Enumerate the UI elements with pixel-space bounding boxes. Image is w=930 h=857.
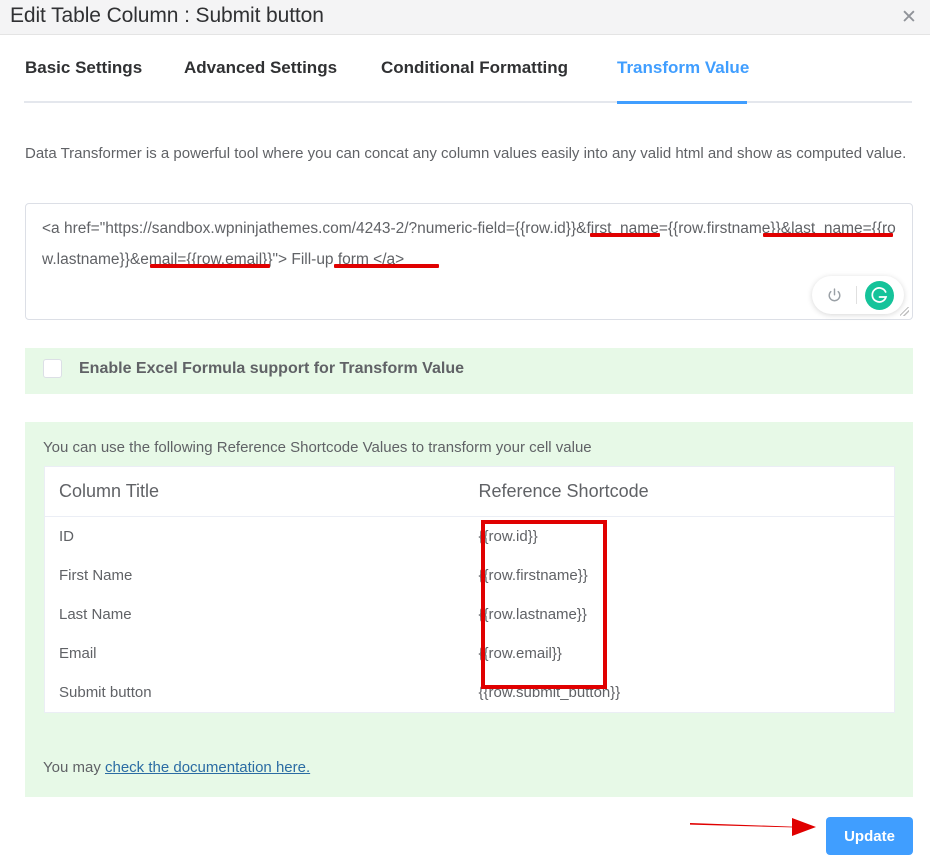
table-row: Last Name {{row.lastname}} xyxy=(45,595,895,634)
column-header-reference-shortcode: Reference Shortcode xyxy=(464,466,895,517)
annotation-underline-row-email xyxy=(334,264,439,268)
table-row: ID {{row.id}} xyxy=(45,517,895,557)
tab-transform-value[interactable]: Transform Value xyxy=(617,58,749,78)
excel-formula-checkbox[interactable] xyxy=(43,359,62,378)
grammarly-widget[interactable] xyxy=(812,276,904,314)
cell-column-title: Submit button xyxy=(59,684,152,701)
grammarly-logo-icon[interactable] xyxy=(857,276,901,314)
documentation-link[interactable]: check the documentation here. xyxy=(105,759,310,776)
tab-basic-settings[interactable]: Basic Settings xyxy=(25,58,142,78)
annotation-underline-row-id xyxy=(590,233,660,237)
active-tab-indicator xyxy=(617,101,747,104)
excel-formula-label[interactable]: Enable Excel Formula support for Transfo… xyxy=(79,360,464,378)
transform-value-textarea[interactable]: <a href="https://sandbox.wpninjathemes.c… xyxy=(25,203,913,320)
annotation-underline-row-firstname xyxy=(763,233,893,237)
tab-conditional-formatting[interactable]: Conditional Formatting xyxy=(381,58,568,78)
edit-table-column-dialog: Edit Table Column : Submit button ✕ Basi… xyxy=(0,0,930,857)
table-row: Email {{row.email}} xyxy=(45,634,895,673)
close-icon[interactable]: ✕ xyxy=(896,4,922,30)
cell-column-title: Last Name xyxy=(59,606,132,623)
tab-bar: Basic Settings Advanced Settings Conditi… xyxy=(0,58,930,104)
annotation-arrow-update xyxy=(690,818,816,836)
tab-bar-divider xyxy=(24,101,912,103)
dialog-header: Edit Table Column : Submit button ✕ xyxy=(0,0,930,35)
transform-description: Data Transformer is a powerful tool wher… xyxy=(25,145,907,162)
page-title: Edit Table Column : Submit button xyxy=(10,4,324,27)
table-header-row: Column Title Reference Shortcode xyxy=(44,466,895,517)
table-row: First Name {{row.firstname}} xyxy=(45,556,895,595)
excel-formula-checkbox-row[interactable]: Enable Excel Formula support for Transfo… xyxy=(43,359,464,378)
reference-shortcode-panel: You can use the following Reference Shor… xyxy=(25,422,913,797)
excel-formula-panel: Enable Excel Formula support for Transfo… xyxy=(25,348,913,394)
cell-column-title: ID xyxy=(59,528,74,545)
annotation-box-shortcodes xyxy=(481,520,607,689)
reference-shortcode-table: Column Title Reference Shortcode ID {{ro… xyxy=(44,466,895,713)
table-row: Submit button {{row.submit_button}} xyxy=(45,673,895,713)
reference-note: You can use the following Reference Shor… xyxy=(43,439,592,456)
cell-column-title: Email xyxy=(59,645,97,662)
documentation-prefix: You may xyxy=(43,759,105,776)
tab-advanced-settings[interactable]: Advanced Settings xyxy=(184,58,337,78)
documentation-line: You may check the documentation here. xyxy=(43,759,310,776)
power-icon[interactable] xyxy=(812,276,856,314)
cell-column-title: First Name xyxy=(59,567,133,584)
annotation-underline-row-lastname xyxy=(150,264,270,268)
update-button[interactable]: Update xyxy=(826,817,913,855)
column-header-column-title: Column Title xyxy=(44,466,465,517)
